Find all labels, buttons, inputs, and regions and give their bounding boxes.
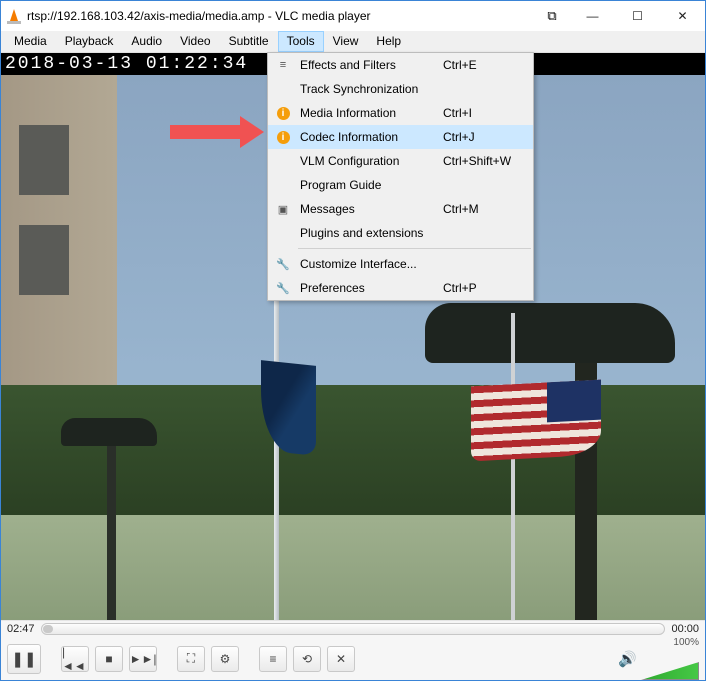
restore-down-aux-icon[interactable]: ⧉ xyxy=(534,8,570,24)
stop-button[interactable]: ■ xyxy=(95,646,123,672)
previous-button[interactable]: |◄◄ xyxy=(61,646,89,672)
menuitem-program-guide[interactable]: Program Guide xyxy=(268,173,533,197)
minimize-button[interactable]: — xyxy=(570,1,615,31)
scene-lamp-right xyxy=(425,303,675,363)
controls-bar: 02:47 00:00 ❚❚ |◄◄ ■ ►►| ⛶ ⚙ ≡ ⟲ ✕ 🔊 100… xyxy=(1,620,705,680)
shuffle-button[interactable]: ✕ xyxy=(327,646,355,672)
menuitem-customize-interface[interactable]: 🔧 Customize Interface... xyxy=(268,252,533,276)
annotation-arrow xyxy=(170,116,264,148)
menu-media[interactable]: Media xyxy=(5,31,56,52)
menu-tools[interactable]: Tools xyxy=(278,31,324,52)
playlist-button[interactable]: ≡ xyxy=(259,646,287,672)
scene-flag-us xyxy=(471,380,601,462)
menubar: Media Playback Audio Video Subtitle Tool… xyxy=(1,31,705,53)
menu-playback[interactable]: Playback xyxy=(56,31,123,52)
menuitem-messages[interactable]: ▣ Messages Ctrl+M xyxy=(268,197,533,221)
wrench-icon: 🔧 xyxy=(272,282,294,295)
volume-slider[interactable] xyxy=(641,662,699,680)
menuitem-preferences[interactable]: 🔧 Preferences Ctrl+P xyxy=(268,276,533,300)
info-icon: i xyxy=(272,107,294,120)
wrench-icon: 🔧 xyxy=(272,258,294,271)
menu-separator xyxy=(298,248,531,249)
menuitem-effects-and-filters[interactable]: ≡ Effects and Filters Ctrl+E xyxy=(268,53,533,77)
menu-subtitle[interactable]: Subtitle xyxy=(220,31,278,52)
extended-settings-button[interactable]: ⚙ xyxy=(211,646,239,672)
volume-percent: 100% xyxy=(673,637,699,648)
remaining-time[interactable]: 00:00 xyxy=(671,623,699,635)
maximize-button[interactable]: ☐ xyxy=(615,1,660,31)
scene-lamp-left xyxy=(61,418,157,446)
titlebar: rtsp://192.168.103.42/axis-media/media.a… xyxy=(1,1,705,31)
loop-button[interactable]: ⟲ xyxy=(293,646,321,672)
menuitem-vlm-configuration[interactable]: VLM Configuration Ctrl+Shift+W xyxy=(268,149,533,173)
messages-icon: ▣ xyxy=(272,203,294,216)
mute-button[interactable]: 🔊 xyxy=(618,650,637,668)
vlc-cone-icon xyxy=(7,9,21,23)
pause-button[interactable]: ❚❚ xyxy=(7,644,41,674)
window-title: rtsp://192.168.103.42/axis-media/media.a… xyxy=(27,9,371,23)
sliders-icon: ⚙ xyxy=(220,652,231,666)
seek-slider[interactable] xyxy=(41,623,666,635)
menuitem-plugins-and-extensions[interactable]: Plugins and extensions xyxy=(268,221,533,245)
menuitem-codec-information[interactable]: i Codec Information Ctrl+J xyxy=(268,125,533,149)
close-button[interactable]: ✕ xyxy=(660,1,705,31)
info-icon: i xyxy=(272,131,294,144)
next-button[interactable]: ►►| xyxy=(129,646,157,672)
menuitem-track-synchronization[interactable]: Track Synchronization xyxy=(268,77,533,101)
menu-help[interactable]: Help xyxy=(367,31,410,52)
elapsed-time[interactable]: 02:47 xyxy=(7,623,35,635)
fullscreen-button[interactable]: ⛶ xyxy=(177,646,205,672)
menu-video[interactable]: Video xyxy=(171,31,219,52)
scene-flagpole-secondary xyxy=(511,313,515,620)
sliders-icon: ≡ xyxy=(272,59,294,71)
menuitem-media-information[interactable]: i Media Information Ctrl+I xyxy=(268,101,533,125)
menu-audio[interactable]: Audio xyxy=(122,31,171,52)
menu-view[interactable]: View xyxy=(324,31,368,52)
tools-dropdown: ≡ Effects and Filters Ctrl+E Track Synch… xyxy=(267,52,534,301)
